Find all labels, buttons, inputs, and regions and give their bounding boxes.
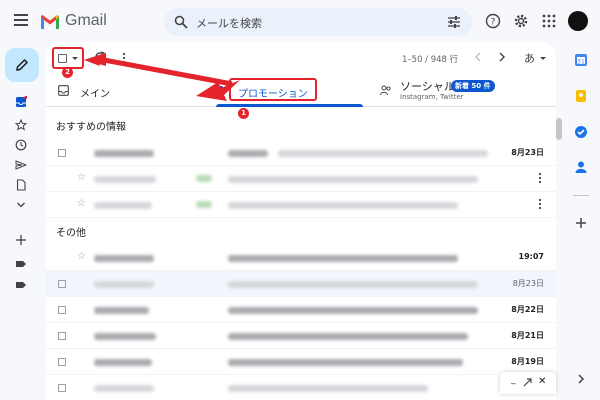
annotation-arrows [84,53,240,101]
